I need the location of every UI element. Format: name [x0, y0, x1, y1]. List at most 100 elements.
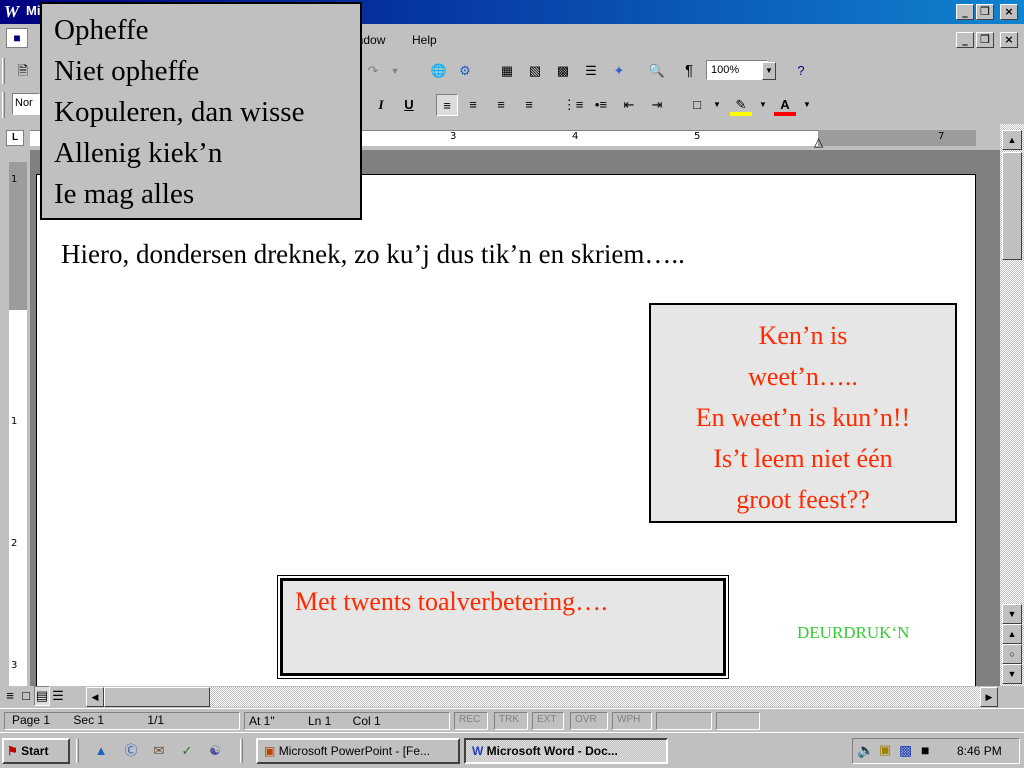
tray-app-icon[interactable]: ▣: [879, 742, 891, 758]
callout-line: Ken’n is: [758, 321, 848, 350]
document-icon[interactable]: ■: [6, 28, 28, 48]
tables-borders-icon[interactable]: ▦: [496, 60, 518, 82]
align-left-icon[interactable]: ≡: [436, 94, 458, 116]
tab-selector[interactable]: L: [6, 130, 24, 146]
borders-dropdown-icon[interactable]: ▼: [706, 94, 728, 116]
popup-item-kopuleren[interactable]: Kopuleren, dan wisse: [54, 92, 348, 133]
web-toolbar-icon[interactable]: ⚙: [454, 60, 476, 82]
popup-menu: Opheffe Niet opheffe Kopuleren, dan wiss…: [40, 2, 362, 220]
italic-button[interactable]: I: [370, 94, 392, 116]
document-map-icon[interactable]: 🔍: [646, 60, 668, 82]
next-page-button[interactable]: ▼: [1002, 664, 1022, 684]
highlight-dropdown-icon[interactable]: ▼: [752, 94, 774, 116]
status-field-1: [4, 712, 240, 730]
hscroll-track[interactable]: [210, 687, 980, 707]
status-ext[interactable]: EXT: [532, 712, 564, 730]
underline-button[interactable]: U: [398, 94, 420, 116]
tasks-grip[interactable]: [240, 739, 243, 763]
select-browse-object-button[interactable]: ○: [1002, 644, 1022, 664]
new-document-icon[interactable]: 🗎: [12, 60, 34, 82]
status-trk[interactable]: TRK: [494, 712, 528, 730]
task-word[interactable]: W Microsoft Word - Doc...: [464, 738, 668, 764]
quicklaunch-grip[interactable]: [76, 739, 79, 763]
text-box-outer[interactable]: Met twents toalverbetering….: [277, 575, 729, 679]
ruler-number: 7: [938, 131, 945, 142]
volume-icon[interactable]: 🔈: [857, 742, 874, 759]
task-powerpoint[interactable]: ▣ Microsoft PowerPoint - [Fe...: [256, 738, 460, 764]
previous-page-button[interactable]: ▲: [1002, 624, 1022, 644]
word-icon: W: [472, 744, 484, 758]
scroll-up-button[interactable]: ▲: [1002, 130, 1022, 150]
toolbar-grip[interactable]: [2, 92, 5, 118]
start-button[interactable]: ⚑ Start: [2, 738, 70, 764]
scroll-thumb[interactable]: [1002, 152, 1022, 260]
channels-icon[interactable]: ✓: [176, 740, 198, 762]
normal-view-icon[interactable]: ≡: [2, 686, 18, 706]
vruler-number: 2: [11, 538, 18, 549]
insert-table-icon[interactable]: ▧: [524, 60, 546, 82]
align-right-icon[interactable]: ≡: [490, 94, 512, 116]
decrease-indent-icon[interactable]: ⇤: [618, 94, 640, 116]
style-field[interactable]: Nor: [12, 93, 40, 115]
document-page[interactable]: Hiero, dondersen dreknek, zo ku’j dus ti…: [36, 174, 976, 686]
status-ovr[interactable]: OVR: [570, 712, 608, 730]
vruler-number: 1: [11, 174, 18, 185]
windows-logo-icon: ⚑: [7, 744, 18, 758]
numbering-icon[interactable]: ⋮≡: [562, 94, 584, 116]
close-button[interactable]: ×: [1000, 4, 1018, 20]
scroll-down-button[interactable]: ▼: [1002, 604, 1022, 624]
clock[interactable]: 8:46 PM: [957, 744, 1002, 758]
minimize-button[interactable]: _: [956, 4, 974, 20]
scroll-left-button[interactable]: ◀: [86, 687, 104, 707]
doc-minimize-button[interactable]: _: [956, 32, 974, 48]
popup-item-opheffe[interactable]: Opheffe: [54, 10, 348, 51]
print-layout-icon[interactable]: ▤: [34, 686, 50, 706]
launcher-icon[interactable]: ☯: [204, 740, 226, 762]
zoom-field[interactable]: 100%: [706, 60, 768, 80]
help-icon[interactable]: ?: [790, 60, 812, 82]
network-icon[interactable]: ■: [921, 742, 929, 758]
status-rec[interactable]: REC: [454, 712, 488, 730]
display-icon[interactable]: ▩: [899, 742, 912, 759]
insert-excel-icon[interactable]: ▩: [552, 60, 574, 82]
internet-explorer-icon[interactable]: Ⓒ: [120, 740, 142, 762]
doc-restore-button[interactable]: ❒: [976, 32, 994, 48]
outline-view-icon[interactable]: ☰: [50, 686, 66, 706]
status-wph[interactable]: WPH: [612, 712, 652, 730]
outlook-express-icon[interactable]: ✉: [148, 740, 170, 762]
borders-icon[interactable]: □: [686, 94, 708, 116]
insert-hyperlink-icon[interactable]: 🌐: [428, 60, 450, 82]
toolbar-grip[interactable]: [2, 58, 5, 84]
zoom-dropdown-icon[interactable]: ▼: [762, 62, 776, 80]
highlight-icon[interactable]: ✎: [730, 94, 752, 116]
columns-icon[interactable]: ☰: [580, 60, 602, 82]
status-ln: Ln 1: [307, 714, 332, 728]
desktop-icon[interactable]: ▲: [90, 740, 112, 762]
popup-item-allenig-kieken[interactable]: Allenig kiek’n: [54, 133, 348, 174]
scroll-right-button[interactable]: ▶: [980, 687, 998, 707]
menu-help[interactable]: Help: [412, 33, 437, 47]
status-spelling[interactable]: [716, 712, 760, 730]
align-center-icon[interactable]: ≡: [462, 94, 484, 116]
show-hide-icon[interactable]: ¶: [678, 60, 700, 82]
restore-button[interactable]: ❒: [976, 4, 994, 20]
increase-indent-icon[interactable]: ⇥: [646, 94, 668, 116]
hscroll-thumb[interactable]: [104, 687, 210, 707]
redo-dropdown-icon[interactable]: ▼: [384, 60, 406, 82]
web-layout-icon[interactable]: □: [18, 686, 34, 706]
heading-text[interactable]: Hiero, dondersen dreknek, zo ku’j dus ti…: [61, 239, 685, 270]
right-indent-marker[interactable]: △: [814, 135, 823, 149]
popup-item-niet-opheffe[interactable]: Niet opheffe: [54, 51, 348, 92]
vruler-number: 3: [11, 660, 18, 671]
doc-close-button[interactable]: ×: [1000, 32, 1018, 48]
redo-icon[interactable]: ↷: [362, 60, 384, 82]
popup-item-ie-mag-alles[interactable]: Ie mag alles: [54, 174, 348, 215]
font-color-dropdown-icon[interactable]: ▼: [796, 94, 818, 116]
vertical-scrollbar[interactable]: ▲ ▼ ▲ ○ ▼: [1000, 124, 1024, 686]
drawing-icon[interactable]: ✦: [608, 60, 630, 82]
bullets-icon[interactable]: •≡: [590, 94, 612, 116]
callout-box[interactable]: Ken’n is weet’n….. En weet’n is kun’n!! …: [649, 303, 957, 523]
justify-icon[interactable]: ≡: [518, 94, 540, 116]
font-color-icon[interactable]: A: [774, 94, 796, 116]
document-area: Hiero, dondersen dreknek, zo ku’j dus ti…: [30, 150, 1000, 686]
